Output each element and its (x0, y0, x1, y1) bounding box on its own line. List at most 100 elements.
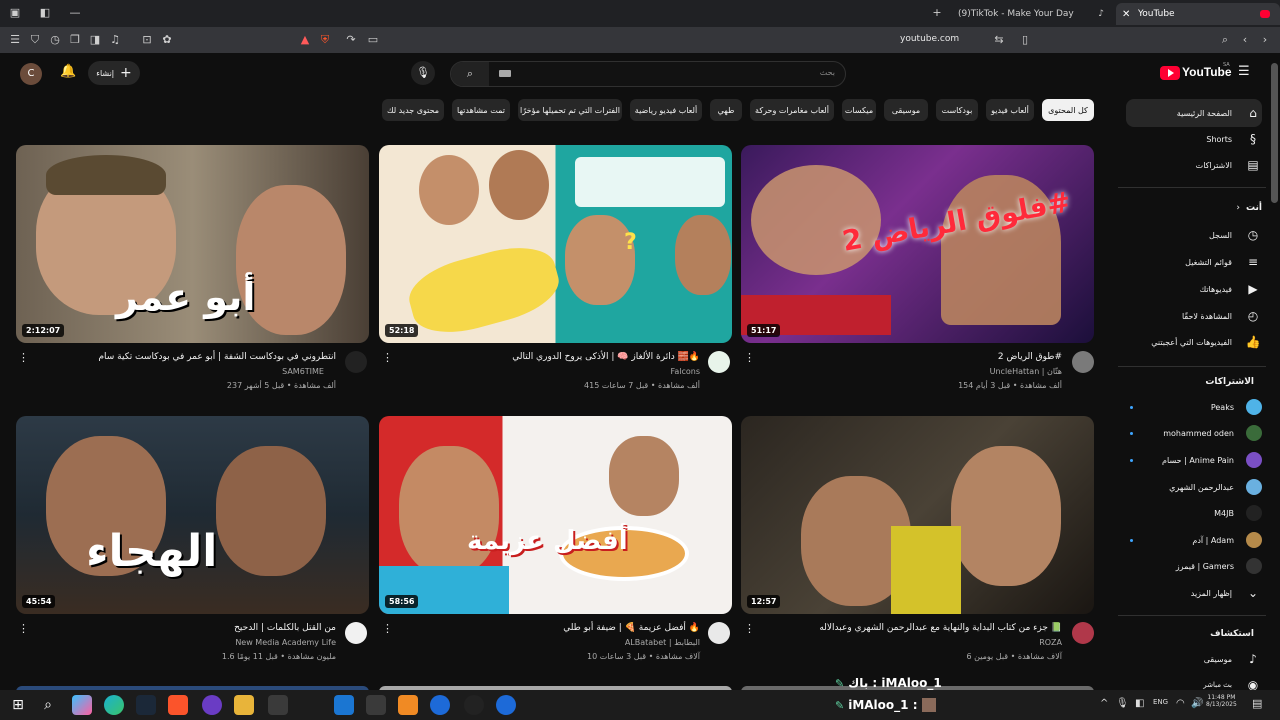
app-icon[interactable] (496, 695, 516, 715)
more-options-icon[interactable]: ⋮ (18, 351, 29, 364)
chip-video-games[interactable]: ألعاب فيديو (986, 99, 1034, 121)
back-icon[interactable]: ‹ (1238, 33, 1252, 47)
forward-icon[interactable]: › (1258, 33, 1272, 47)
chip-action-games[interactable]: ألعاب مغامرات وحركة (750, 99, 834, 121)
more-options-icon[interactable]: ⋮ (382, 351, 393, 364)
sidebar-sub-item[interactable]: M4JB (1120, 500, 1280, 526)
channel-avatar[interactable] (1072, 622, 1094, 644)
brave-shield-icon[interactable]: ⛨ (318, 33, 332, 47)
app-icon[interactable] (430, 695, 450, 715)
notifications-icon[interactable]: ▤ (1252, 697, 1262, 710)
chip-music[interactable]: موسيقى (884, 99, 928, 121)
chip-podcasts[interactable]: بودكاست (936, 99, 978, 121)
channel-name[interactable]: ROZA (1039, 638, 1062, 647)
sidebar-item-home[interactable]: الصفحة الرئيسية ⌂ (1120, 100, 1280, 126)
tab-list-icon[interactable]: ◧ (38, 6, 52, 20)
share-icon[interactable]: ↷ (344, 33, 358, 47)
address-bar[interactable]: youtube.com (900, 34, 959, 44)
channel-avatar[interactable] (345, 351, 367, 373)
video-title[interactable]: جزء من كتاب البداية والنهاية مع عبدالرحم… (819, 623, 1062, 633)
app-icon[interactable] (398, 695, 418, 715)
chip-mixes[interactable]: ميكسات (842, 99, 876, 121)
more-options-icon[interactable]: ⋮ (382, 622, 393, 635)
new-tab-icon[interactable]: + (930, 6, 944, 20)
sidebar-item-watch-later[interactable]: المشاهدة لاحقًا ◴ (1120, 303, 1280, 329)
search-sidebar-icon[interactable]: ⌕ (1218, 33, 1232, 47)
sidebar-item-subscriptions[interactable]: الاشتراكات ▤ (1120, 152, 1280, 178)
sidebar-item-playlists[interactable]: قوائم التشغيل ≡ (1120, 249, 1280, 275)
store-icon[interactable] (268, 695, 288, 715)
chip-all[interactable]: كل المحتوى (1042, 99, 1094, 121)
windows-start-icon[interactable]: ⊞ (8, 695, 28, 715)
video-thumbnail[interactable]: ? 52:18 (379, 145, 732, 343)
video-title[interactable]: من القتل بالكلمات | الدحيح (234, 623, 336, 633)
search-icon[interactable]: ⌕ (451, 62, 489, 86)
notifications-bell-icon[interactable]: 🔔 (60, 64, 76, 79)
language-indicator[interactable]: ENG (1153, 698, 1168, 706)
tab-youtube[interactable]: ✕ YouTube (1116, 3, 1280, 25)
tabs-icon[interactable]: ❐ (68, 33, 82, 47)
channel-name[interactable]: ALBatabet | البطابط (625, 638, 700, 647)
video-thumbnail[interactable]: 12:57 (741, 416, 1094, 614)
channel-name[interactable]: UncleHattan | هتّان (990, 367, 1062, 376)
avatar[interactable]: C (20, 63, 42, 85)
clock[interactable]: 11:48 PM 8/13/2025 (1206, 694, 1237, 708)
more-options-icon[interactable]: ⋮ (744, 622, 755, 635)
sidebar-item-shorts[interactable]: Shorts § (1120, 126, 1280, 152)
video-thumbnail[interactable]: فلوق الرياض 2# 51:17 (741, 145, 1094, 343)
search-icon[interactable]: ⌕ (38, 695, 58, 715)
rewards-icon[interactable]: ▲ (298, 33, 312, 47)
sidebar-sub-item[interactable]: آدم | Adam (1120, 527, 1280, 553)
edge-icon[interactable] (104, 695, 124, 715)
sidebar-sub-item[interactable]: Peaks (1120, 394, 1280, 420)
scrollbar-thumb[interactable] (1271, 63, 1278, 203)
sidebar-item-live[interactable]: بث مباشر ◉ (1120, 672, 1280, 690)
sidebar-section-you[interactable]: › أنت (1120, 195, 1280, 221)
copilot-icon[interactable] (72, 695, 92, 715)
brave-icon[interactable] (168, 695, 188, 715)
sidebar-item-music[interactable]: موسيقى ♪ (1120, 646, 1280, 672)
minimize-icon[interactable]: — (68, 6, 82, 20)
hamburger-menu-icon[interactable]: ☰ (1238, 64, 1250, 79)
shield-icon[interactable]: ⛉ (28, 33, 42, 47)
steam-icon[interactable] (136, 695, 156, 715)
chip-cooking[interactable]: طهي (710, 99, 742, 121)
channel-avatar[interactable] (708, 351, 730, 373)
video-title[interactable]: أفضل عزيمة 🍕 | ضيفة أبو طلي 🔥 (563, 623, 700, 633)
channel-name[interactable]: Falcons (670, 367, 700, 376)
wifi-icon[interactable]: ◠ (1176, 698, 1185, 709)
bookmark-icon[interactable]: ▯ (1018, 33, 1032, 47)
video-thumbnail[interactable]: أبو عمر 2:12:07 (16, 145, 369, 343)
sidebar-sub-item[interactable]: عبدالرحمن الشهري (1120, 474, 1280, 500)
channel-avatar[interactable] (708, 622, 730, 644)
search-input[interactable]: بحث (820, 68, 835, 77)
settings-icon[interactable] (366, 695, 386, 715)
sidebar-icon[interactable]: ◨ (88, 33, 102, 47)
sidebar-sub-item[interactable]: mohammed oden (1120, 420, 1280, 446)
menu-icon[interactable]: ☰ (8, 33, 22, 47)
keyboard-icon[interactable] (499, 70, 511, 77)
video-title[interactable]: طوق الرياض 2# (998, 352, 1062, 362)
sidebar-item-liked[interactable]: الفيديوهات التي أعجبتني 👍 (1120, 329, 1280, 355)
tab-window-icon[interactable]: ▣ (8, 6, 22, 20)
sidebar-show-more[interactable]: إظهار المزيد ⌄ (1120, 580, 1280, 606)
tray-mic-icon[interactable]: 🎙 (1116, 698, 1129, 709)
close-tab-icon[interactable]: ✕ (1122, 9, 1130, 20)
tray-network-icon[interactable]: ◧ (1135, 698, 1144, 709)
channel-name[interactable]: New Media Academy Life (235, 638, 336, 647)
more-options-icon[interactable]: ⋮ (744, 351, 755, 364)
youtube-logo-icon[interactable] (1160, 66, 1180, 80)
search-box[interactable]: ⌕ بحث (450, 61, 846, 87)
video-thumbnail[interactable]: أفضل عزيمة 58:56 (379, 416, 732, 614)
channel-name[interactable]: SAM6TIME (282, 367, 324, 376)
chip-new-for-you[interactable]: محتوى جديد لك (382, 99, 444, 121)
create-button[interactable]: إنشاء + (88, 61, 140, 85)
chip-sports-games[interactable]: ألعاب فيديو رياضية (630, 99, 702, 121)
sidebar-sub-item[interactable]: قيمرز | Gamers (1120, 553, 1280, 579)
channel-avatar[interactable] (345, 622, 367, 644)
chip-watched[interactable]: تمت مشاهدتها (452, 99, 510, 121)
video-thumbnail[interactable]: الهجاء 45:54 (16, 416, 369, 614)
video-title[interactable]: انتطروني في بودكاست الشفة | أبو عمر في ب… (98, 352, 336, 362)
outlook-icon[interactable] (334, 695, 354, 715)
cast-icon[interactable]: ▭ (366, 33, 380, 47)
